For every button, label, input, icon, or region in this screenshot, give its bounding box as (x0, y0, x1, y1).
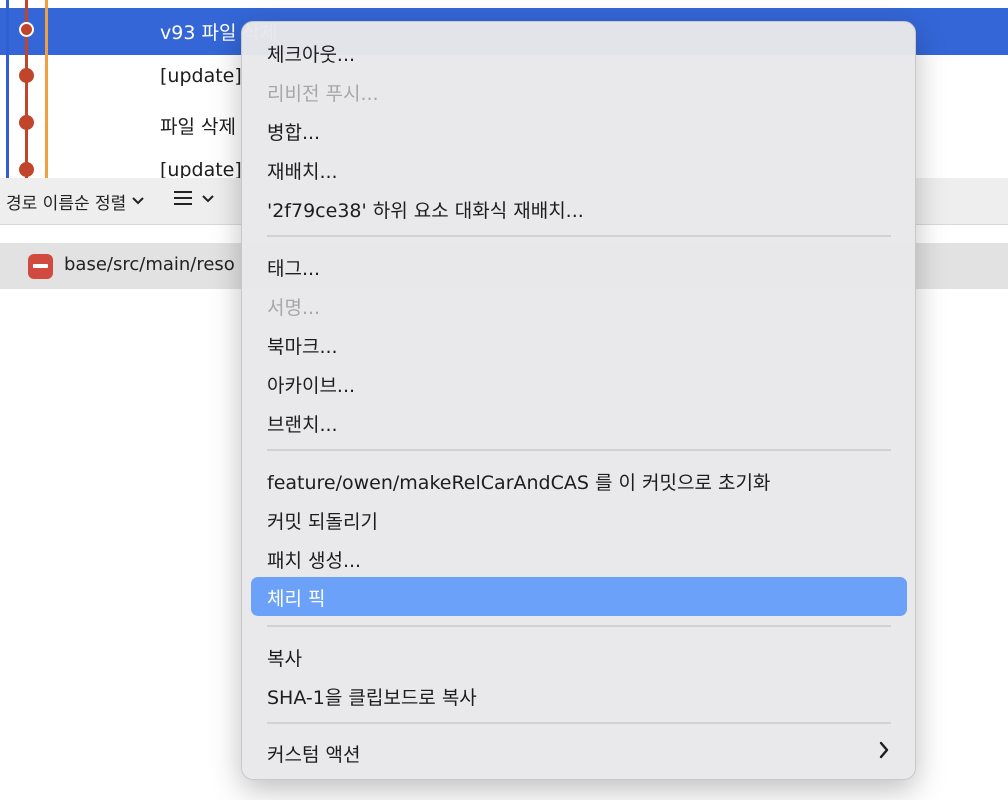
commit-node (19, 68, 34, 83)
menu-item-tag[interactable]: 태그... (251, 247, 907, 286)
menu-item-label: '2f79ce38' 하위 요소 대화식 재배치... (267, 200, 584, 222)
menu-item-label: 복사 (267, 648, 302, 670)
graph-lane-orange (45, 0, 48, 178)
menu-item-label: 재배치... (267, 161, 338, 183)
menu-item-rebase[interactable]: 재배치... (251, 150, 907, 189)
graph-lane-blue (6, 0, 9, 178)
menu-item-label: 브랜치... (267, 414, 338, 436)
menu-item-label: 커스텀 액션 (267, 744, 361, 766)
menu-item-reset-branch[interactable]: feature/owen/makeRelCarAndCAS 를 이 커밋으로 초… (251, 461, 907, 500)
menu-item-checkout[interactable]: 체크아웃... (251, 33, 907, 72)
context-menu: 체크아웃... 리비전 푸시... 병합... 재배치... '2f79ce38… (241, 21, 916, 780)
menu-item-label: 북마크... (267, 336, 338, 358)
sort-dropdown[interactable]: 경로 이름순 정렬 (6, 189, 145, 214)
file-path: base/src/main/reso (64, 254, 235, 275)
menu-item-label: 패치 생성... (267, 550, 362, 572)
menu-item-label: 리비전 푸시... (267, 83, 379, 105)
menu-item-interactive-rebase[interactable]: '2f79ce38' 하위 요소 대화식 재배치... (251, 189, 907, 228)
menu-item-label: feature/owen/makeRelCarAndCAS 를 이 커밋으로 초… (267, 472, 771, 494)
menu-separator (267, 235, 891, 237)
menu-item-label: 아카이브... (267, 375, 356, 397)
menu-item-custom-actions[interactable]: 커스텀 액션 (251, 733, 907, 772)
menu-item-copy-sha1[interactable]: SHA-1을 클립보드로 복사 (251, 676, 907, 715)
menu-item-create-patch[interactable]: 패치 생성... (251, 539, 907, 578)
list-icon (174, 187, 192, 211)
menu-item-label: 커밋 되돌리기 (267, 511, 378, 533)
chevron-down-icon (202, 192, 214, 207)
commit-node (19, 162, 34, 177)
sort-label: 경로 이름순 정렬 (6, 194, 127, 214)
commit-node (19, 115, 34, 130)
menu-item-label: 서명... (267, 297, 321, 319)
menu-item-label: 병합... (267, 122, 321, 144)
chevron-right-icon (879, 741, 889, 759)
menu-item-bookmark[interactable]: 북마크... (251, 325, 907, 364)
menu-item-label: 체리 픽 (267, 588, 326, 610)
menu-item-copy[interactable]: 복사 (251, 637, 907, 676)
menu-item-sign: 서명... (251, 286, 907, 325)
chevron-down-icon (132, 194, 145, 209)
menu-item-label: SHA-1을 클립보드로 복사 (267, 687, 477, 709)
commit-node (19, 22, 34, 37)
menu-item-revert-commit[interactable]: 커밋 되돌리기 (251, 500, 907, 539)
menu-item-push-revision: 리비전 푸시... (251, 72, 907, 111)
view-mode-dropdown[interactable] (174, 187, 214, 211)
commit-message: 파일 삭제 (160, 116, 236, 138)
menu-item-branch[interactable]: 브랜치... (251, 403, 907, 442)
removed-file-icon (28, 254, 53, 279)
menu-item-label: 태그... (267, 258, 321, 280)
menu-item-archive[interactable]: 아카이브... (251, 364, 907, 403)
menu-separator (267, 722, 891, 724)
commit-message: [update] (160, 65, 242, 87)
menu-separator (267, 625, 891, 627)
menu-item-label: 체크아웃... (267, 44, 356, 66)
menu-item-cherry-pick[interactable]: 체리 픽 (251, 577, 907, 616)
menu-separator (267, 449, 891, 451)
menu-item-merge[interactable]: 병합... (251, 111, 907, 150)
